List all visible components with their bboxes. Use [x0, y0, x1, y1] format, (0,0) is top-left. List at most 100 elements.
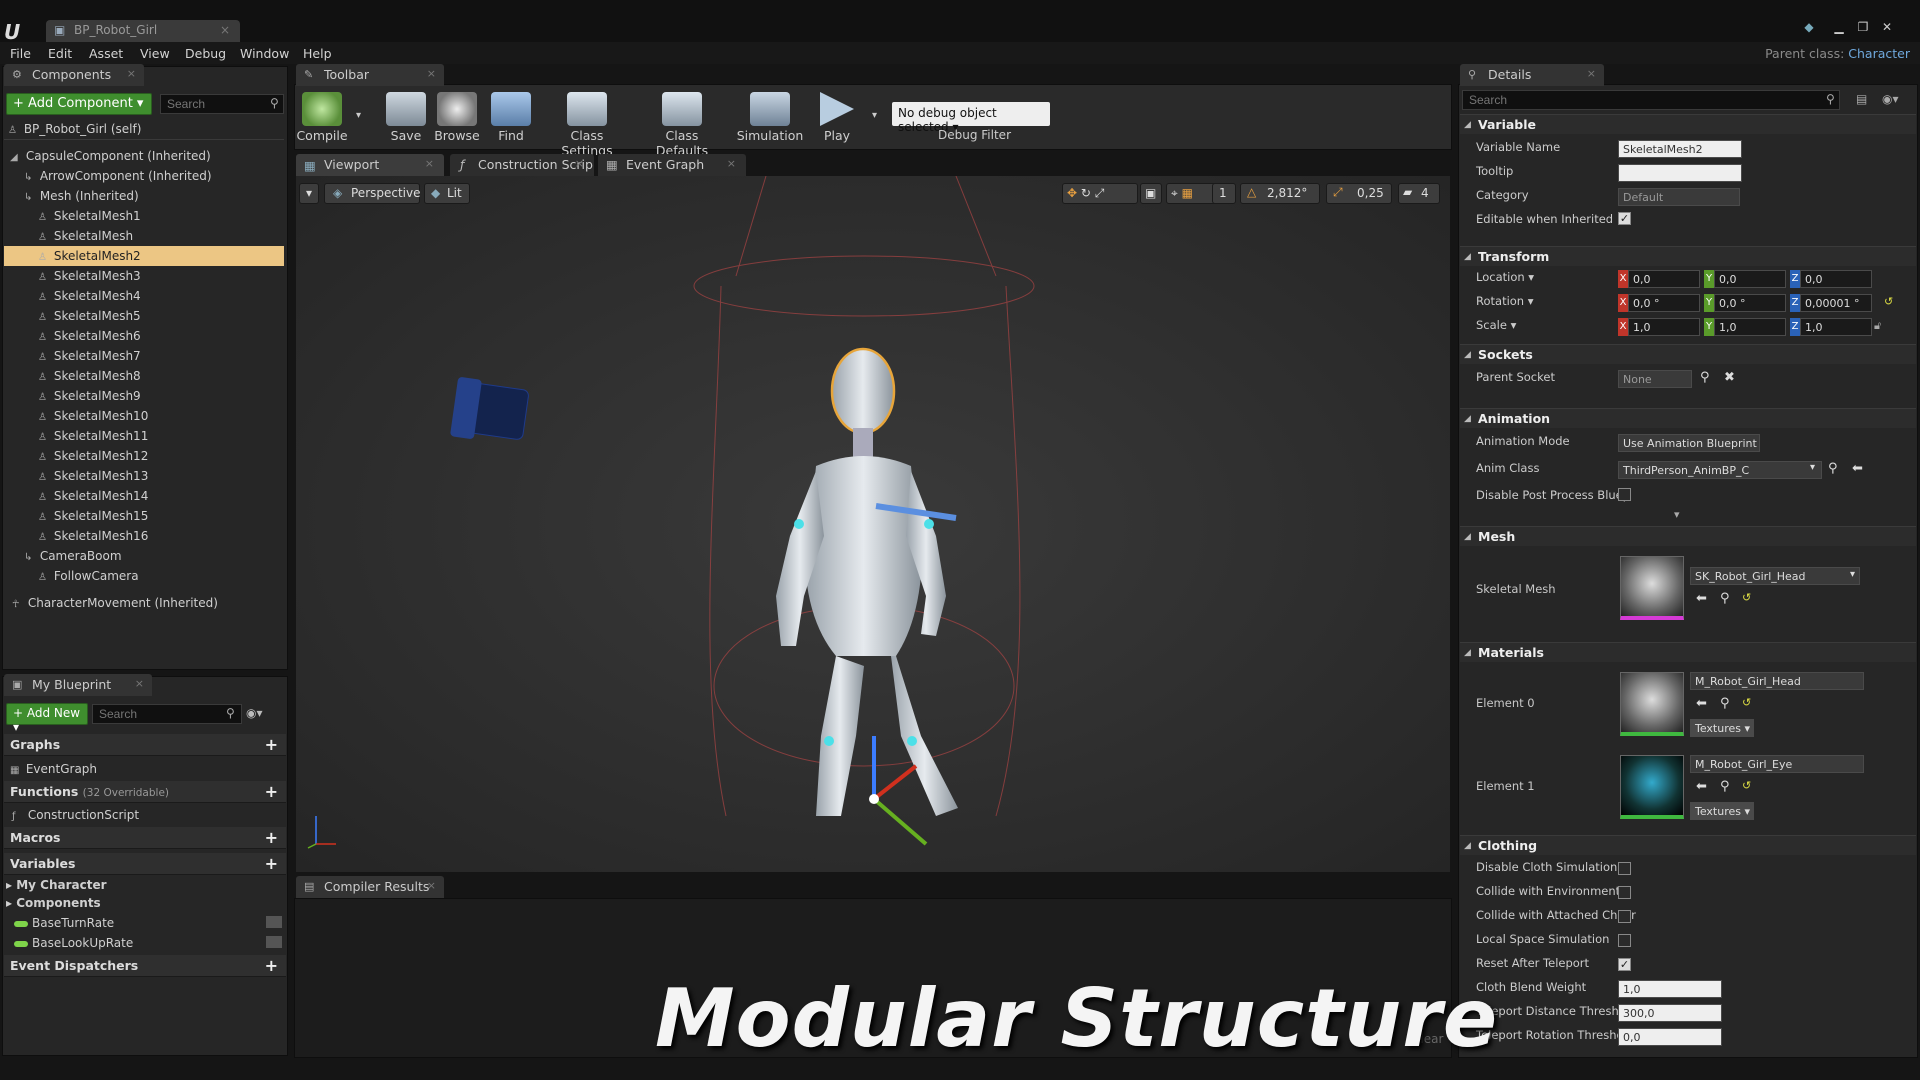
parent-socket-field[interactable]: None: [1618, 370, 1692, 388]
close-icon[interactable]: ×: [220, 23, 230, 37]
scale-x-field[interactable]: 1,0: [1628, 318, 1700, 336]
chevron-down-icon[interactable]: ▾: [1810, 462, 1815, 473]
play-button[interactable]: Play: [814, 92, 860, 146]
surface-snap-icon[interactable]: ⌖: [1171, 186, 1178, 200]
material-0-select[interactable]: M_Robot_Girl_Head: [1690, 672, 1864, 690]
details-search-input[interactable]: [1462, 90, 1840, 110]
menu-file[interactable]: File: [10, 46, 31, 61]
component-item[interactable]: ♙ SkeletalMesh3: [4, 266, 284, 286]
add-component-button[interactable]: + Add Component ▾: [6, 93, 152, 115]
viewport[interactable]: [296, 176, 1450, 872]
scale-y-field[interactable]: 1,0: [1714, 318, 1786, 336]
rotation-y-field[interactable]: 0,0 °: [1714, 294, 1786, 312]
tab-event-graph[interactable]: ▦ Event Graph ×: [598, 154, 746, 176]
tab-details[interactable]: ⚲ Details ×: [1460, 64, 1604, 86]
viewport-options-button[interactable]: ▾: [299, 183, 320, 204]
reset-icon[interactable]: ↺: [1742, 779, 1751, 792]
menu-edit[interactable]: Edit: [48, 46, 72, 61]
play-options-icon[interactable]: ▾: [872, 110, 877, 121]
materials-section[interactable]: Materials: [1460, 642, 1916, 663]
clothing-checkbox[interactable]: [1618, 886, 1631, 899]
movement-item[interactable]: ☥ CharacterMovement (Inherited): [12, 593, 218, 613]
find-button[interactable]: Find: [488, 92, 534, 146]
functions-section[interactable]: Functions (32 Overridable) +: [4, 781, 286, 803]
reset-icon[interactable]: ↺: [1884, 295, 1893, 308]
event-dispatchers-section[interactable]: Event Dispatchers +: [4, 955, 286, 977]
tooltip-field[interactable]: [1618, 164, 1742, 182]
location-z-field[interactable]: 0,0: [1800, 270, 1872, 288]
add-icon[interactable]: +: [265, 955, 278, 977]
close-window-icon[interactable]: ✕: [1876, 20, 1898, 36]
add-icon[interactable]: +: [265, 853, 278, 875]
skeletal-mesh-thumbnail[interactable]: [1620, 556, 1684, 620]
close-icon[interactable]: ×: [727, 157, 736, 170]
variable-name-field[interactable]: SkeletalMesh2: [1618, 140, 1742, 158]
component-item[interactable]: ♙ SkeletalMesh7: [4, 346, 284, 366]
eye-icon[interactable]: ◉▾: [246, 706, 263, 720]
add-new-button[interactable]: + Add New ▾: [6, 703, 88, 734]
add-icon[interactable]: +: [265, 827, 278, 849]
use-selected-icon[interactable]: ⬅: [1696, 591, 1707, 606]
component-item[interactable]: ♙ SkeletalMesh12: [4, 446, 284, 466]
grid-icon[interactable]: ▦: [1182, 186, 1193, 200]
debug-object-select[interactable]: No debug object selected ▾: [892, 102, 1050, 134]
sockets-section[interactable]: Sockets: [1460, 344, 1916, 365]
skeletal-mesh-select[interactable]: SK_Robot_Girl_Head: [1690, 567, 1860, 585]
macros-section[interactable]: Macros +: [4, 827, 286, 849]
material-0-thumbnail[interactable]: [1620, 672, 1684, 736]
angle-icon[interactable]: △: [1247, 185, 1256, 199]
use-selected-icon[interactable]: ⬅: [1696, 779, 1707, 794]
parent-class-link[interactable]: Character: [1848, 46, 1910, 61]
search-icon[interactable]: ⚲: [1828, 461, 1838, 476]
menu-debug[interactable]: Debug: [185, 46, 226, 61]
animation-mode-select[interactable]: Use Animation Blueprint ▾: [1618, 434, 1760, 452]
property-matrix-icon[interactable]: ▤: [1856, 92, 1867, 106]
component-item[interactable]: ♙ SkeletalMesh14: [4, 486, 284, 506]
search-icon[interactable]: ⚲: [1720, 591, 1730, 606]
event-graph-item[interactable]: ▦ EventGraph: [10, 759, 97, 779]
class-defaults-button[interactable]: Class Defaults: [638, 92, 726, 158]
expand-advanced-icon[interactable]: ▾: [1674, 508, 1680, 521]
components-category[interactable]: ▸ Components: [6, 893, 101, 913]
component-item[interactable]: ♙ SkeletalMesh1: [4, 206, 284, 226]
world-local-icon[interactable]: ▣: [1140, 183, 1162, 204]
close-icon[interactable]: ×: [135, 677, 144, 690]
eye-closed-icon[interactable]: [266, 936, 282, 948]
variables-section[interactable]: Variables +: [4, 853, 286, 875]
rotate-icon[interactable]: ↻: [1081, 186, 1091, 200]
rotation-x-field[interactable]: 0,0 °: [1628, 294, 1700, 312]
clothing-checkbox[interactable]: [1618, 910, 1631, 923]
document-tab[interactable]: ▣ BP_Robot_Girl ×: [46, 20, 240, 42]
clothing-value-field[interactable]: 0,0: [1618, 1028, 1722, 1046]
scale-z-field[interactable]: 1,0: [1800, 318, 1872, 336]
clothing-section[interactable]: Clothing: [1460, 835, 1916, 856]
variable-section[interactable]: Variable: [1460, 114, 1916, 135]
menu-view[interactable]: View: [140, 46, 170, 61]
use-selected-icon[interactable]: ⬅: [1696, 696, 1707, 711]
anim-class-select[interactable]: ThirdPerson_AnimBP_C: [1618, 461, 1822, 479]
self-item[interactable]: ♙ BP_Robot_Girl (self): [8, 119, 141, 139]
menu-asset[interactable]: Asset: [89, 46, 123, 61]
tab-compiler-results[interactable]: ▤ Compiler Results ×: [296, 876, 444, 898]
component-item[interactable]: ◢ CapsuleComponent (Inherited): [4, 146, 284, 166]
component-item[interactable]: ♙ SkeletalMesh8: [4, 366, 284, 386]
marketplace-icon[interactable]: ◆: [1798, 20, 1820, 36]
reset-icon[interactable]: ↺: [1742, 591, 1751, 604]
transform-mode-group[interactable]: ✥ ↻ ⤢: [1062, 183, 1138, 204]
reset-icon[interactable]: ↺: [1742, 696, 1751, 709]
animation-section[interactable]: Animation: [1460, 408, 1916, 429]
component-item[interactable]: ♙ SkeletalMesh2: [4, 246, 284, 266]
camera-speed[interactable]: ▰ 4: [1398, 183, 1440, 204]
material-1-select[interactable]: M_Robot_Girl_Eye: [1690, 755, 1864, 773]
component-item[interactable]: ♙ SkeletalMesh6: [4, 326, 284, 346]
location-x-field[interactable]: 0,0: [1628, 270, 1700, 288]
disable-post-process-checkbox[interactable]: [1618, 488, 1631, 501]
eye-closed-icon[interactable]: [266, 916, 282, 928]
clothing-checkbox[interactable]: [1618, 934, 1631, 947]
compile-button[interactable]: Compile: [296, 92, 348, 146]
tab-components[interactable]: ⚙ Components ×: [4, 64, 144, 86]
component-item[interactable]: ♙ SkeletalMesh10: [4, 406, 284, 426]
add-icon[interactable]: +: [265, 781, 278, 803]
save-button[interactable]: Save: [384, 92, 428, 146]
component-item[interactable]: ♙ SkeletalMesh5: [4, 306, 284, 326]
